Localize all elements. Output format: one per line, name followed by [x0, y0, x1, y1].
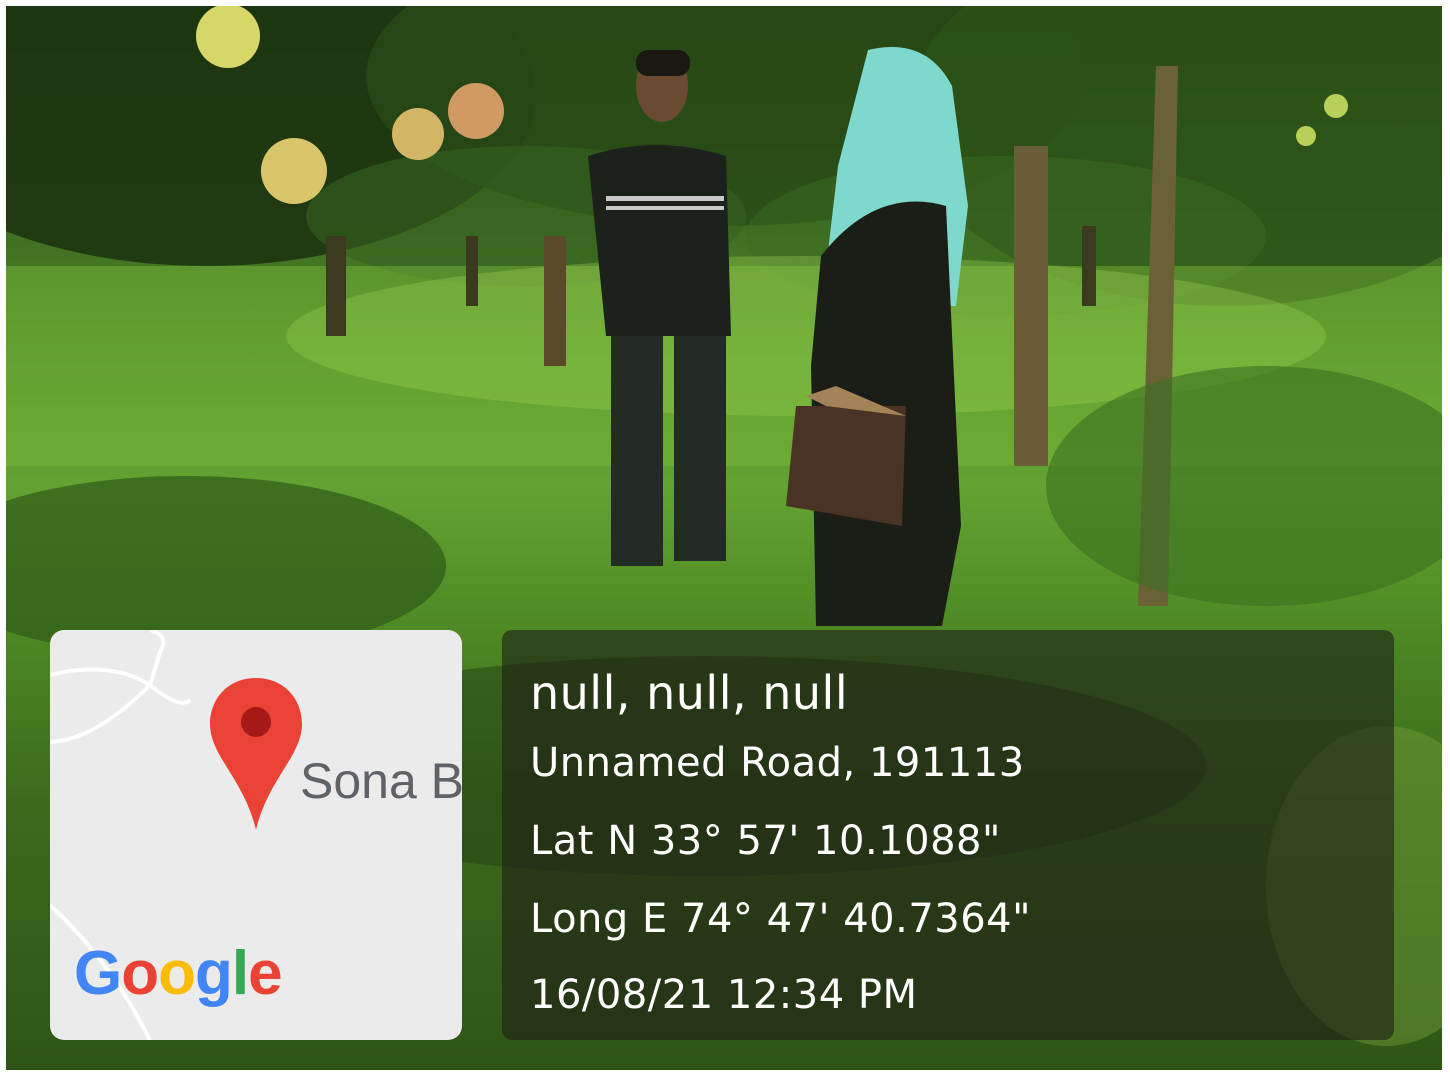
location-info-panel: null, null, null Unnamed Road, 191113 La… [502, 630, 1394, 1040]
google-logo-letter: o [158, 939, 196, 1008]
address-line: null, null, null [530, 666, 849, 720]
google-logo-letter: G [74, 939, 122, 1008]
google-logo-letter: g [194, 939, 233, 1008]
latitude-line: Lat N 33° 57' 10.1088" [530, 818, 1001, 864]
map-pin-icon [210, 678, 302, 830]
longitude-line: Long E 74° 47' 40.7364" [530, 896, 1032, 942]
timestamp-line: 16/08/21 12:34 PM [530, 972, 918, 1018]
map-place-label: Sona B [300, 753, 462, 809]
google-logo-letter: l [231, 939, 249, 1008]
google-logo-letter: o [121, 939, 159, 1008]
road-postal-line: Unnamed Road, 191113 [530, 740, 1025, 786]
google-logo-letter: e [248, 939, 282, 1008]
google-logo: Google [74, 938, 283, 1009]
map-thumbnail: Sona B Google [50, 630, 462, 1040]
